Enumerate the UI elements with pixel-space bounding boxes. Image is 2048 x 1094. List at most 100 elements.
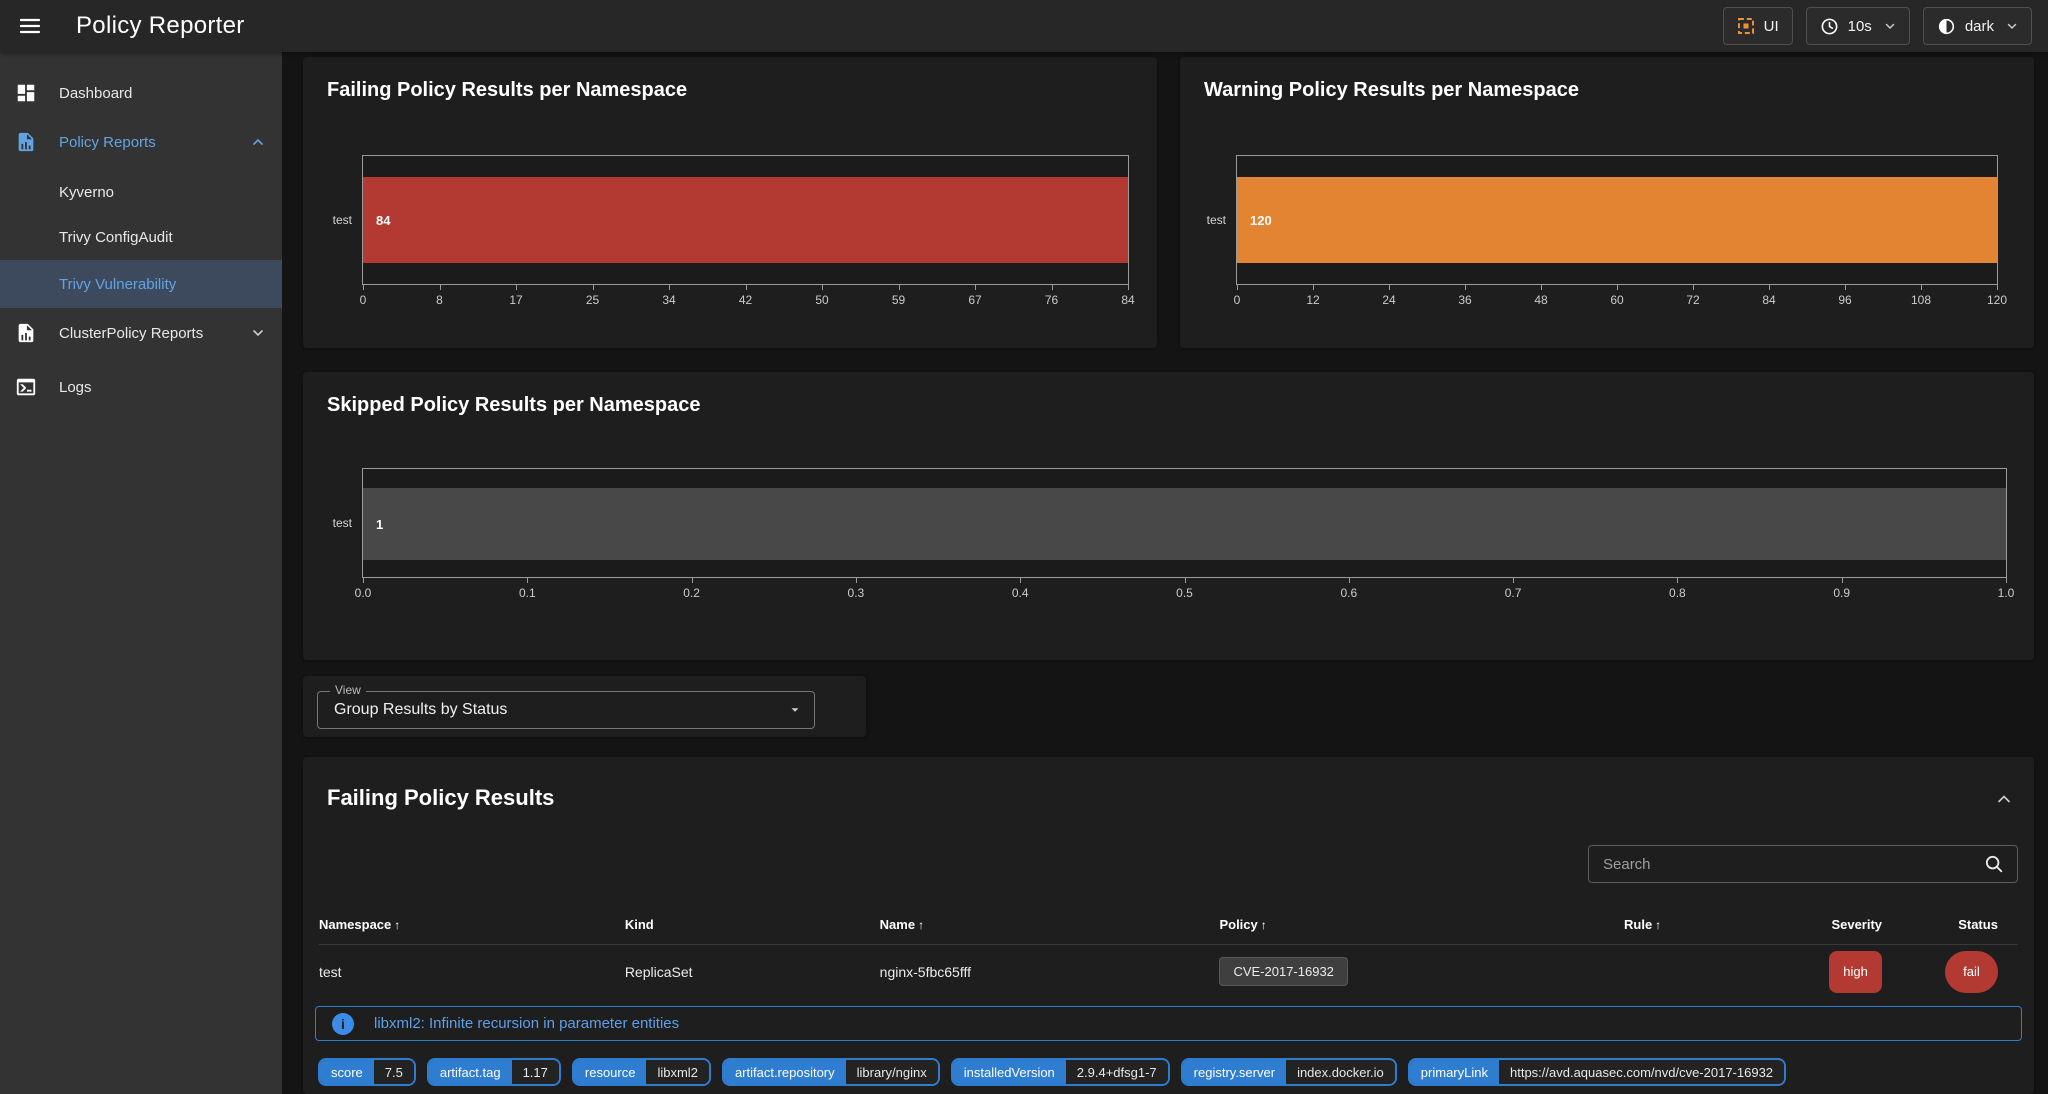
chip-value: 2.9.4+dfsg1-7	[1066, 1060, 1168, 1084]
cell-name: nginx-5fbc65fff	[880, 964, 1220, 980]
x-axis-tick-label: 50	[815, 293, 828, 307]
results-table: Namespace↑KindName↑Policy↑Rule↑SeverityS…	[319, 905, 2018, 998]
skipped-bar: 1	[363, 488, 2006, 560]
refresh-interval-select[interactable]: 10s	[1806, 7, 1910, 45]
results-title: Failing Policy Results	[327, 785, 554, 811]
x-axis-tick-label: 84	[1121, 293, 1134, 307]
property-chip-artifact-tag: artifact.tag1.17	[427, 1058, 561, 1086]
x-axis-tick-label: 0.3	[848, 586, 865, 600]
x-axis-tick	[516, 284, 517, 290]
x-axis-tick	[822, 284, 823, 290]
chevron-down-icon	[250, 325, 266, 341]
chip-label: artifact.repository	[724, 1060, 846, 1084]
x-axis-tick	[1845, 284, 1846, 290]
sidebar-item-logs[interactable]: Logs	[0, 363, 282, 411]
x-axis-tick-label: 48	[1534, 293, 1547, 307]
search-input[interactable]	[1589, 856, 1983, 873]
x-axis-tick-label: 24	[1382, 293, 1395, 307]
property-chip-primaryLink[interactable]: primaryLinkhttps://avd.aquasec.com/nvd/c…	[1408, 1058, 1786, 1086]
main-content: Failing Policy Results per Namespace tes…	[282, 52, 2048, 1094]
skipped-chart-plot: test 1 0.00.10.20.30.40.50.60.70.80.91.0	[362, 468, 2007, 578]
x-axis-tick-label: 0.1	[519, 586, 536, 600]
chart-title: Warning Policy Results per Namespace	[1204, 79, 1579, 102]
x-axis-tick	[1389, 284, 1390, 290]
info-icon: i	[332, 1013, 354, 1035]
file-chart-icon	[14, 322, 38, 344]
policy-chip[interactable]: CVE-2017-16932	[1219, 957, 1347, 986]
x-axis-tick-label: 67	[968, 293, 981, 307]
sidebar-item-label: Trivy ConfigAudit	[59, 229, 173, 246]
column-header-kind[interactable]: Kind	[625, 917, 880, 932]
sidebar-item-label: Dashboard	[59, 85, 132, 102]
chip-value: index.docker.io	[1286, 1060, 1395, 1084]
cell-policy: CVE-2017-16932	[1219, 957, 1542, 986]
x-axis-tick-label: 34	[662, 293, 675, 307]
column-header-name[interactable]: Name↑	[880, 917, 1220, 932]
cell-status: fail	[1882, 951, 2018, 993]
x-axis-tick-label: 76	[1045, 293, 1058, 307]
chip-label: resource	[574, 1060, 647, 1084]
x-axis-tick	[1465, 284, 1466, 290]
cell-severity: high	[1661, 951, 1882, 993]
chevron-down-icon	[2006, 20, 2018, 32]
x-axis-tick	[1921, 284, 1922, 290]
column-header-status[interactable]: Status	[1882, 917, 2018, 932]
x-axis-tick	[1349, 577, 1350, 583]
x-axis-tick	[1513, 577, 1514, 583]
sidebar-item-kyverno[interactable]: Kyverno	[0, 168, 282, 216]
x-axis-tick	[1677, 577, 1678, 583]
refresh-interval-value: 10s	[1848, 18, 1872, 35]
x-axis-tick	[1020, 577, 1021, 583]
menu-icon[interactable]	[18, 14, 42, 38]
console-icon	[14, 376, 38, 398]
warning-chart-card: Warning Policy Results per Namespace tes…	[1180, 57, 2034, 348]
app-title: Policy Reporter	[76, 12, 245, 40]
table-row[interactable]: test ReplicaSet nginx-5fbc65fff CVE-2017…	[319, 945, 2018, 998]
x-axis-tick	[363, 284, 364, 290]
view-select[interactable]: View Group Results by Status	[317, 691, 815, 729]
search-icon[interactable]	[1983, 853, 2005, 875]
column-header-rule[interactable]: Rule↑	[1542, 917, 1661, 932]
collapse-chevron-up-icon[interactable]	[1994, 789, 2014, 809]
dashboard-icon	[14, 82, 38, 104]
skipped-chart-card: Skipped Policy Results per Namespace tes…	[303, 372, 2034, 660]
view-select-card: View Group Results by Status	[303, 676, 866, 737]
severity-badge: high	[1829, 951, 1882, 993]
theme-value: dark	[1965, 18, 1994, 35]
chip-value[interactable]: https://avd.aquasec.com/nvd/cve-2017-169…	[1499, 1060, 1784, 1084]
appbar-controls: UI 10s dark	[1723, 7, 2032, 45]
y-axis-category-label: test	[333, 213, 352, 227]
vulnerability-alert: i libxml2: Infinite recursion in paramet…	[315, 1006, 2022, 1041]
x-axis-tick	[1769, 284, 1770, 290]
chip-value: 7.5	[374, 1060, 414, 1084]
x-axis-tick-label: 0	[1234, 293, 1241, 307]
ui-profile-button[interactable]: UI	[1723, 7, 1793, 45]
chip-label: score	[320, 1060, 374, 1084]
sidebar-item-dashboard[interactable]: Dashboard	[0, 69, 282, 117]
ui-frame-icon	[1737, 17, 1755, 35]
vulnerability-link[interactable]: libxml2: Infinite recursion in parameter…	[374, 1015, 679, 1032]
x-axis-tick	[1617, 284, 1618, 290]
x-axis-tick-label: 0.4	[1012, 586, 1029, 600]
property-chip-resource: resourcelibxml2	[572, 1058, 711, 1086]
property-chip-score: score7.5	[318, 1058, 416, 1086]
column-header-namespace[interactable]: Namespace↑	[319, 917, 625, 932]
bar-value-label: 120	[1250, 213, 1272, 228]
file-chart-icon	[14, 131, 38, 153]
sidebar-item-trivy-configaudit[interactable]: Trivy ConfigAudit	[0, 213, 282, 261]
theme-select[interactable]: dark	[1923, 7, 2032, 45]
x-axis-tick	[593, 284, 594, 290]
sidebar-item-trivy-vulnerability[interactable]: Trivy Vulnerability	[0, 260, 282, 308]
column-header-severity[interactable]: Severity	[1661, 917, 1882, 932]
chevron-down-icon	[788, 703, 802, 717]
property-chips: score7.5 artifact.tag1.17 resourcelibxml2 a…	[318, 1058, 1786, 1086]
bar-value-label: 84	[376, 213, 390, 228]
column-header-policy[interactable]: Policy↑	[1219, 917, 1542, 932]
y-axis-category-label: test	[1207, 213, 1226, 227]
chip-label: registry.server	[1183, 1060, 1286, 1084]
x-axis-tick-label: 108	[1911, 293, 1931, 307]
sidebar-item-clusterpolicy-reports[interactable]: ClusterPolicy Reports	[0, 309, 282, 357]
sidebar-item-policy-reports[interactable]: Policy Reports	[0, 118, 282, 166]
view-select-value: Group Results by Status	[334, 701, 507, 719]
x-axis-tick-label: 120	[1987, 293, 2007, 307]
